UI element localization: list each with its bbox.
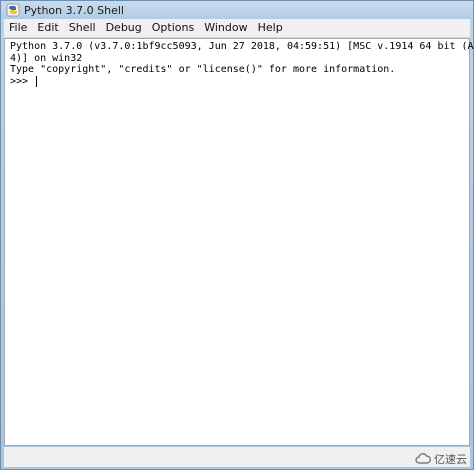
status-bar xyxy=(4,447,470,467)
shell-input-line[interactable]: >>> xyxy=(10,76,469,88)
menu-bar: File Edit Shell Debug Options Window Hel… xyxy=(4,19,470,38)
watermark: 亿速云 xyxy=(415,451,467,467)
python-idle-icon xyxy=(6,3,20,17)
shell-prompt: >>> xyxy=(10,75,35,87)
title-bar[interactable]: Python 3.7.0 Shell xyxy=(1,1,473,19)
text-cursor xyxy=(36,76,38,87)
window-title: Python 3.7.0 Shell xyxy=(24,3,124,17)
cloud-logo-icon xyxy=(415,453,431,464)
menu-edit[interactable]: Edit xyxy=(32,19,63,37)
menu-file[interactable]: File xyxy=(4,19,32,37)
menu-help[interactable]: Help xyxy=(253,19,288,37)
shell-text-area[interactable]: Python 3.7.0 (v3.7.0:1bf9cc5093, Jun 27 … xyxy=(4,38,474,446)
menu-options[interactable]: Options xyxy=(147,19,199,37)
watermark-text: 亿速云 xyxy=(434,453,467,466)
shell-banner-line: Type "copyright", "credits" or "license(… xyxy=(10,64,396,75)
menu-window[interactable]: Window xyxy=(199,19,252,37)
menu-shell[interactable]: Shell xyxy=(64,19,101,37)
menu-debug[interactable]: Debug xyxy=(101,19,147,37)
idle-shell-window: Python 3.7.0 Shell File Edit Shell Debug… xyxy=(0,0,474,470)
shell-banner-line: 4)] on win32 xyxy=(10,52,83,64)
shell-banner-line: Python 3.7.0 (v3.7.0:1bf9cc5093, Jun 27 … xyxy=(10,41,474,52)
